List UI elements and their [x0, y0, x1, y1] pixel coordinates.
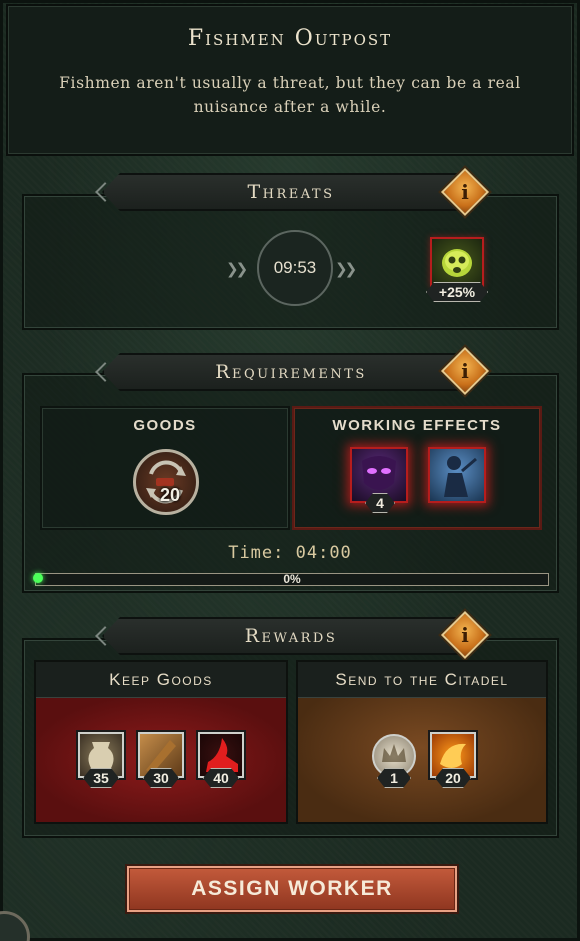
event-title: Fishmen Outpost — [187, 26, 393, 51]
working-effect-figure-tile[interactable] — [428, 447, 486, 503]
working-effects-box: WORKING EFFECTS — [292, 406, 542, 530]
threat-timer-text: 09:53 — [273, 258, 317, 277]
assign-worker-button[interactable]: ASSIGN WORKER — [127, 866, 457, 912]
threats-banner: Threats — [102, 173, 480, 211]
threat-timer: 09:53 — [257, 230, 333, 306]
work-progress-bar: 0% — [33, 572, 549, 586]
slime-skull-icon — [442, 249, 472, 277]
send-to-citadel-title: Send to the Citadel — [298, 662, 546, 698]
threat-badge: +25% — [426, 282, 488, 302]
corner-ornament-icon — [0, 911, 30, 941]
requirements-banner: Requirements — [102, 353, 480, 391]
send-to-citadel-body — [298, 698, 546, 822]
event-description: Fishmen aren't usually a threat, but the… — [59, 74, 521, 116]
rewards-banner: Rewards — [102, 617, 480, 655]
working-effects-title: WORKING EFFECTS — [332, 417, 502, 434]
threats-label: Threats — [247, 181, 335, 203]
goods-amount: 20 — [160, 485, 181, 505]
requirements-label: Requirements — [215, 361, 367, 383]
chevron-right-icon: ❯❯ — [226, 260, 248, 278]
work-progress-label: 0% — [283, 572, 301, 586]
rewards-label: Rewards — [244, 625, 338, 647]
required-time: Time: 04:00 — [228, 543, 352, 563]
keep-goods-title: Keep Goods — [36, 662, 286, 698]
chevron-right-icon: ❯❯ — [335, 260, 357, 278]
send-to-citadel-option[interactable]: Send to the Citadel — [296, 660, 548, 824]
event-header: Fishmen Outpost Fishmen aren't usually a… — [6, 4, 574, 156]
blue-figure-icon — [444, 456, 477, 497]
goods-title: GOODS — [133, 417, 197, 434]
threat-effect-tile[interactable] — [430, 237, 484, 287]
